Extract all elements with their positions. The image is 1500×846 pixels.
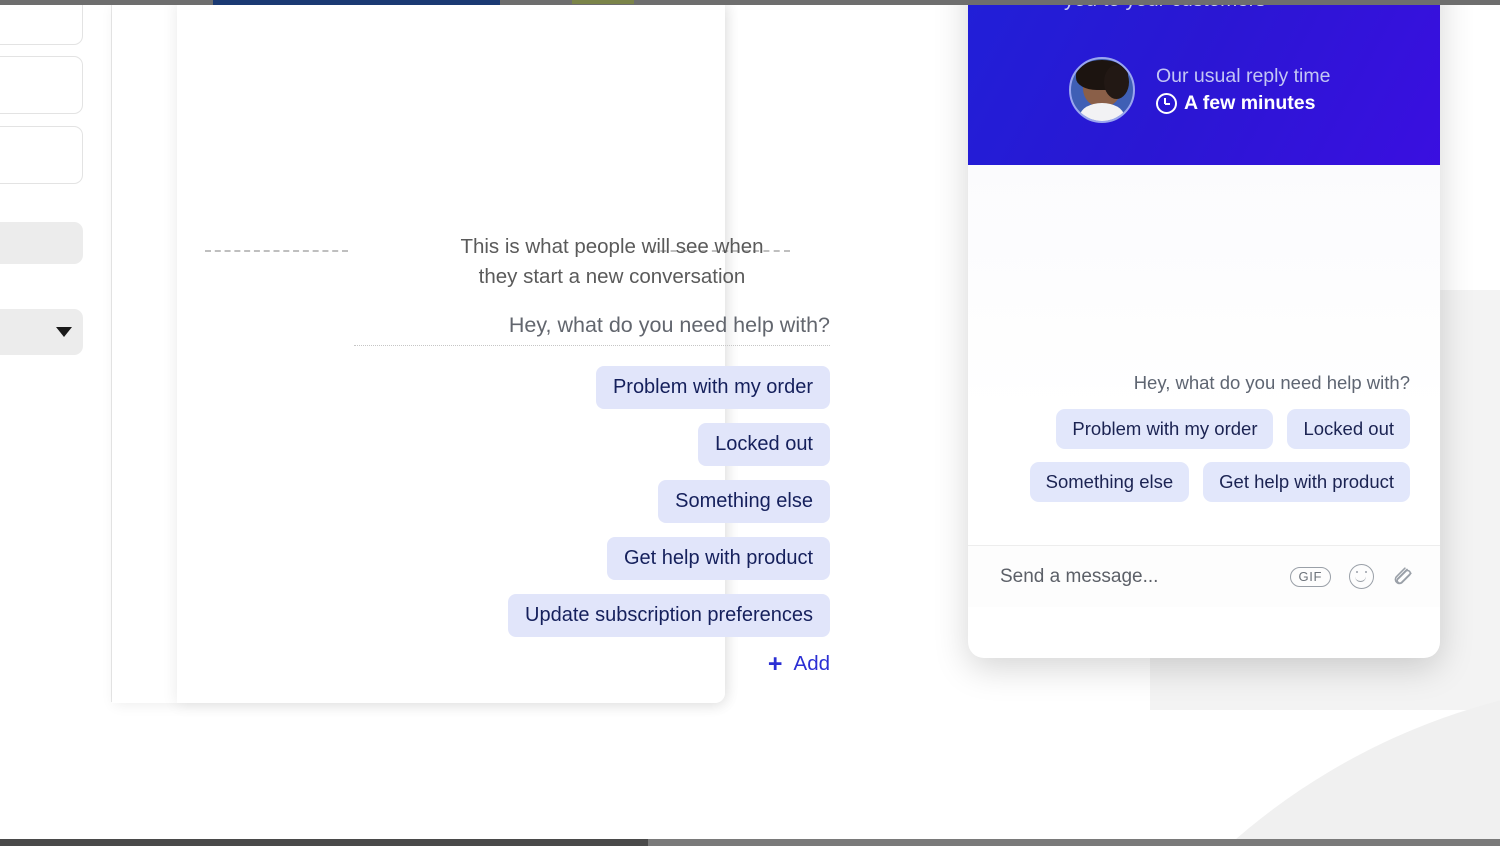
reply-option-chip[interactable]: Something else xyxy=(658,480,830,523)
bottom-edge-chrome-dark-segment xyxy=(0,839,648,846)
add-reply-label: Add xyxy=(793,652,830,675)
composer-actions: GIF xyxy=(1289,564,1416,589)
sidebar-card-2[interactable] xyxy=(0,56,83,114)
conversation-editor-card: This is what people will see when they s… xyxy=(177,0,830,703)
preview-hint-line-1: This is what people will see when xyxy=(460,235,764,258)
reply-option-chip[interactable]: Locked out xyxy=(698,423,830,466)
messenger-quick-replies: Hey, what do you need help with? Problem… xyxy=(990,372,1410,502)
preview-hint-text: This is what people will see when they s… xyxy=(362,232,862,292)
preview-hint-line-2: they start a new conversation xyxy=(478,265,746,288)
reply-time-text: Our usual reply time A few minutes xyxy=(1156,65,1330,115)
message-input[interactable]: Send a message... xyxy=(1000,566,1158,588)
sidebar-field-1[interactable] xyxy=(0,222,83,264)
emoji-eye-left xyxy=(1356,571,1359,574)
reply-time-block: Our usual reply time A few minutes xyxy=(1069,57,1330,123)
gif-icon[interactable]: GIF xyxy=(1289,566,1331,587)
left-sidebar xyxy=(0,0,112,694)
plus-icon: + xyxy=(767,650,783,678)
messenger-header: you to your customers Our usual reply ti… xyxy=(968,0,1440,165)
app-root: This is what people will see when they s… xyxy=(0,0,1500,846)
avatar xyxy=(1069,57,1135,123)
messenger-quick-reply-chip[interactable]: Something else xyxy=(1029,462,1190,502)
emoji-mouth xyxy=(1355,575,1366,582)
reply-time-value-row: A few minutes xyxy=(1156,92,1330,115)
prompt-message-editable[interactable]: Hey, what do you need help with? xyxy=(354,313,830,346)
messenger-quick-reply-chip[interactable]: Locked out xyxy=(1287,409,1410,449)
chevron-down-icon[interactable] xyxy=(56,327,72,337)
attachment-icon[interactable] xyxy=(1392,565,1416,589)
clock-icon xyxy=(1156,93,1177,114)
messenger-quick-reply-chip[interactable]: Get help with product xyxy=(1203,462,1410,502)
message-composer[interactable]: Send a message... GIF xyxy=(968,545,1440,607)
reply-options-list: Problem with my order Locked out Somethi… xyxy=(354,366,830,637)
avatar-shoulders xyxy=(1080,103,1124,121)
top-edge-chrome-olive-segment xyxy=(572,0,634,4)
reply-option-chip[interactable]: Problem with my order xyxy=(595,366,830,409)
top-edge-chrome-navy-segment xyxy=(213,0,500,5)
reply-time-value: A few minutes xyxy=(1184,92,1316,114)
messenger-body: Hey, what do you need help with? Problem… xyxy=(968,165,1440,607)
divider-dash-left xyxy=(205,250,348,252)
sidebar-card-3[interactable] xyxy=(0,126,83,184)
messenger-preview: you to your customers Our usual reply ti… xyxy=(968,0,1440,658)
emoji-eye-right xyxy=(1364,571,1367,574)
emoji-icon[interactable] xyxy=(1349,564,1374,589)
reply-option-chip[interactable]: Update subscription preferences xyxy=(508,594,830,637)
avatar-hair-side xyxy=(1104,65,1129,99)
add-reply-button[interactable]: + Add xyxy=(354,650,830,678)
messenger-quick-reply-chip[interactable]: Problem with my order xyxy=(1056,409,1274,449)
reply-time-label: Our usual reply time xyxy=(1156,65,1331,87)
sidebar-card-1[interactable] xyxy=(0,0,83,45)
editor-canvas: This is what people will see when they s… xyxy=(112,0,830,703)
messenger-prompt-text: Hey, what do you need help with? xyxy=(1133,372,1410,393)
reply-option-chip[interactable]: Get help with product xyxy=(607,537,830,580)
